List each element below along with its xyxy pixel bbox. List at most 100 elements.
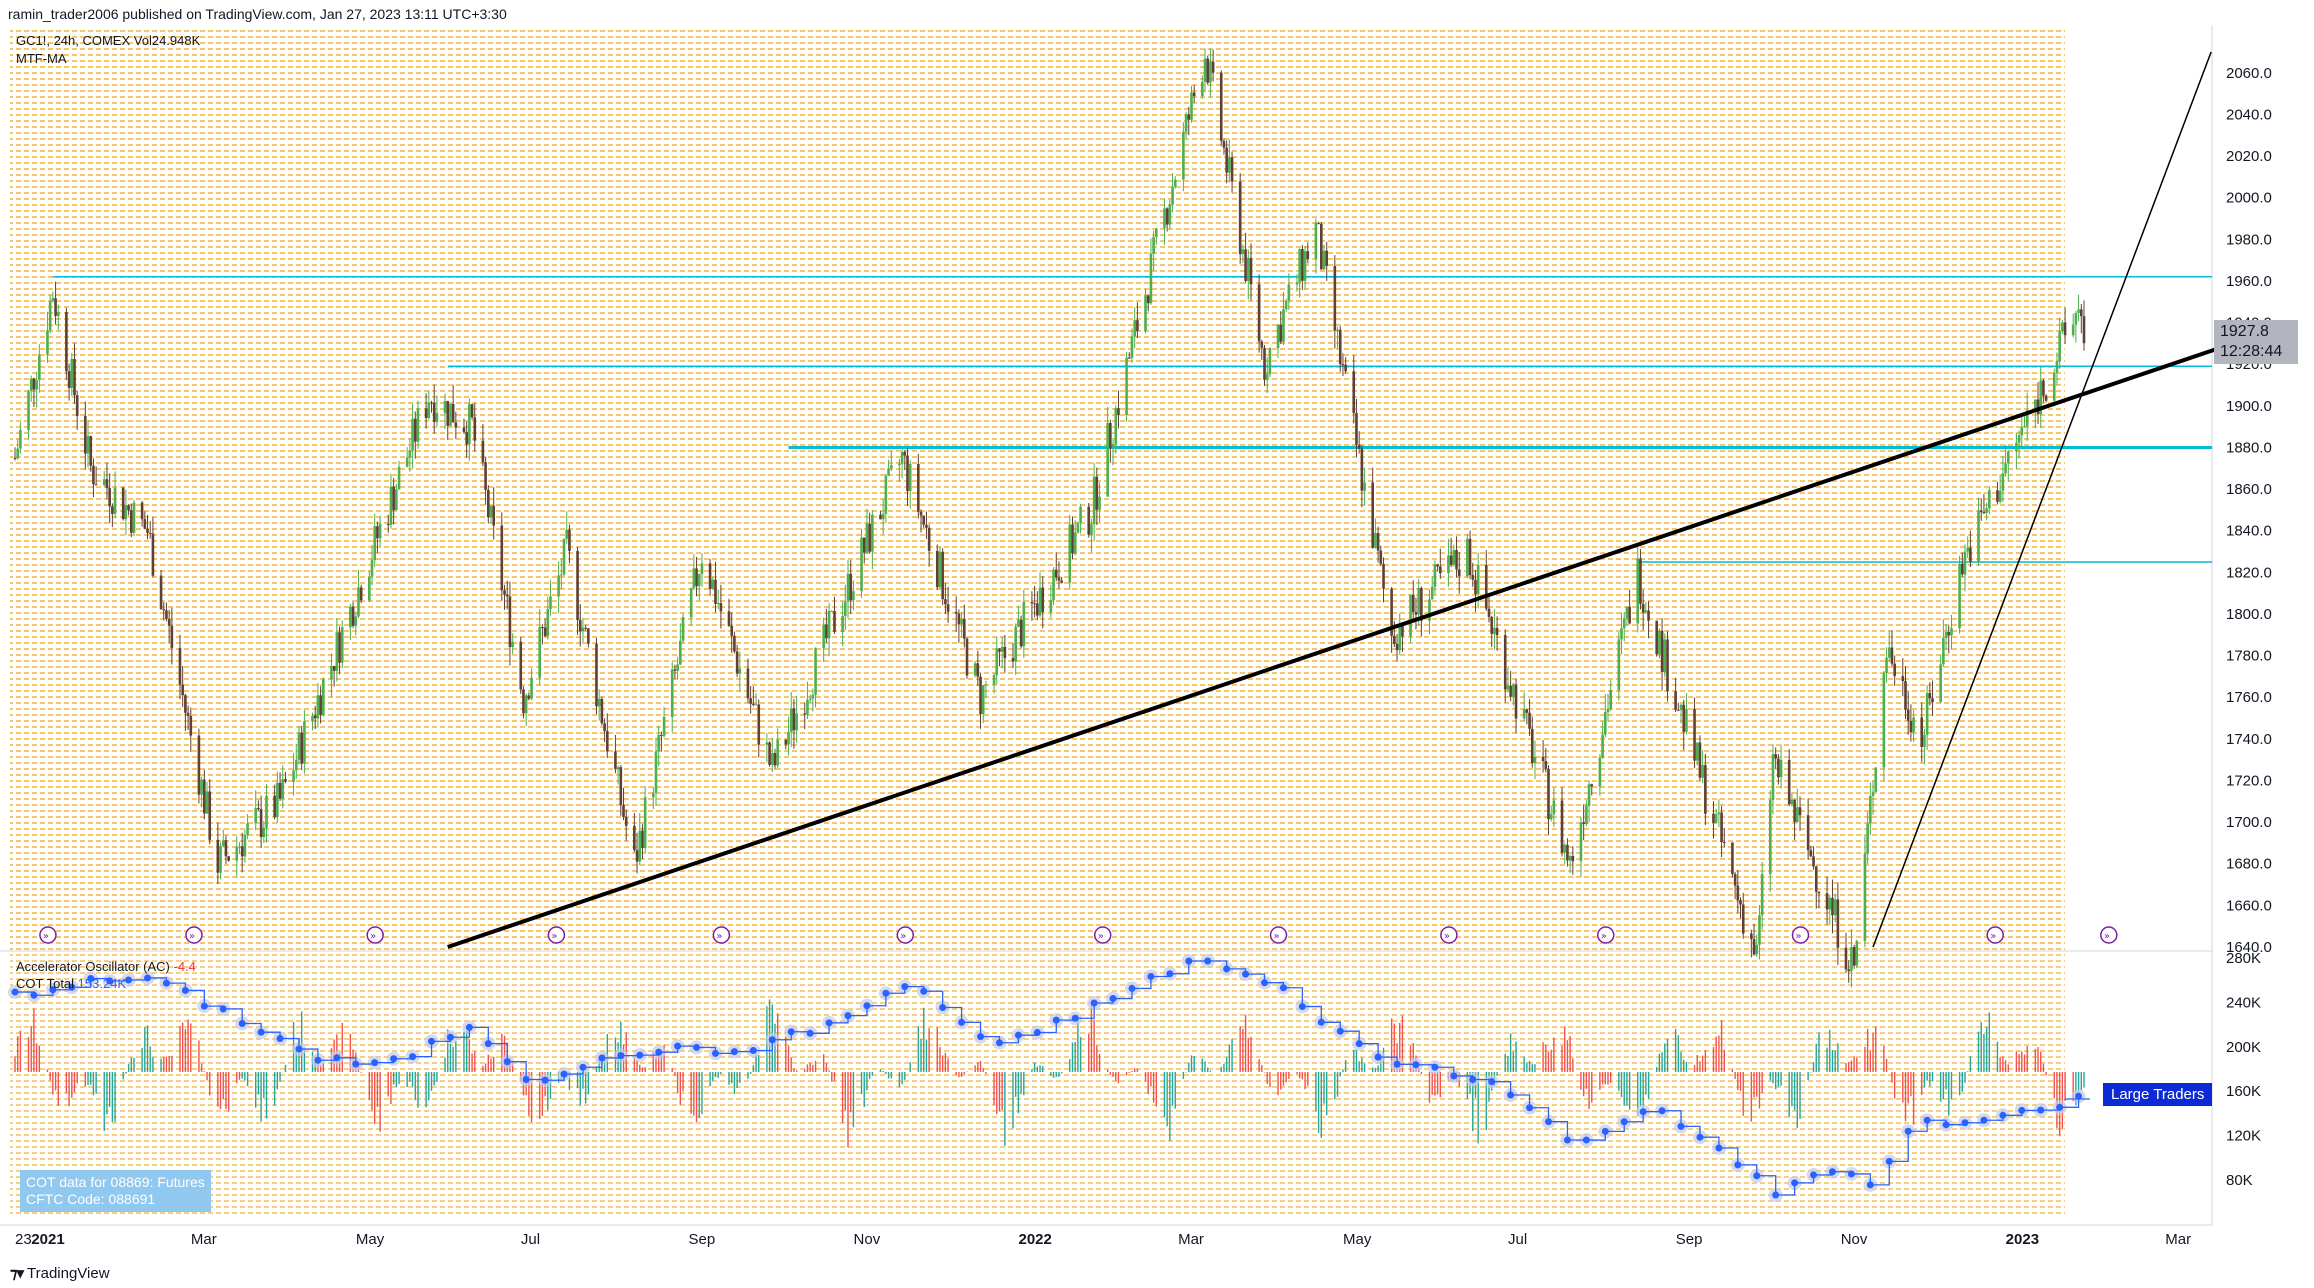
candle-body <box>954 611 958 614</box>
candle-body <box>1996 490 1999 502</box>
candle-body <box>925 524 928 528</box>
candle-body <box>1793 799 1796 823</box>
candle-body <box>1509 685 1512 697</box>
candle-body <box>1238 181 1242 255</box>
candle-body <box>1950 628 1953 636</box>
symbol-line[interactable]: GC1!, 24h, COMEX Vol24.948K <box>16 32 200 50</box>
candle-body <box>660 735 663 737</box>
price-chart[interactable]: »»»»»»»»»»»»» 1640.01660.01680.01700.017… <box>0 0 2314 1288</box>
candle-body <box>1931 698 1934 703</box>
candle-body <box>224 840 228 857</box>
candle-body <box>111 506 114 514</box>
candle-body <box>1301 249 1304 281</box>
candle-body <box>1909 720 1913 733</box>
cot-legend-row[interactable]: COT Total 153.24K <box>16 975 196 992</box>
event-arrow-icon: » <box>1274 931 1280 942</box>
candle-body <box>1798 807 1802 816</box>
candle-body <box>1906 709 1910 721</box>
candle-body <box>2061 322 2064 332</box>
candle-body <box>1942 637 1945 665</box>
candle-body <box>1000 646 1004 652</box>
candle-body <box>332 665 336 671</box>
candle-body <box>1336 329 1339 331</box>
cot-axis-label: 80K <box>2226 1172 2253 1189</box>
candle-body <box>1476 564 1480 595</box>
candle-body <box>830 610 834 612</box>
candle-body <box>1201 81 1204 97</box>
candle-body <box>749 698 752 704</box>
candle-body <box>827 610 831 639</box>
candle-body <box>1184 114 1188 132</box>
candle-body <box>1828 897 1832 910</box>
candle-body <box>1371 482 1374 548</box>
candle-body <box>825 624 828 639</box>
cot-info-box: COT data for 08869: Futures CFTC Code: 0… <box>20 1170 211 1212</box>
candle-body <box>1382 563 1385 589</box>
candle-body <box>1979 510 1983 513</box>
candle-body <box>811 694 815 699</box>
candle-body <box>1173 179 1177 187</box>
candle-body <box>454 422 458 428</box>
candle-body <box>903 451 907 456</box>
candle-body <box>1098 496 1101 510</box>
candle-body <box>714 579 717 605</box>
candle-body <box>1325 250 1329 266</box>
candle-body <box>1655 620 1658 655</box>
candle-body <box>1836 899 1840 948</box>
candle-body <box>2077 309 2080 313</box>
candle-body <box>294 759 298 771</box>
candle-body <box>1887 647 1891 658</box>
candle-body <box>2015 442 2018 452</box>
candle-body <box>86 436 90 454</box>
event-arrow-icon: » <box>551 931 557 942</box>
candle-body <box>1541 756 1545 762</box>
candle-body <box>711 579 715 589</box>
candle-body <box>335 632 339 671</box>
candle-body <box>124 505 128 520</box>
candle-body <box>981 685 985 715</box>
time-axis-label: May <box>356 1231 385 1248</box>
candle-body <box>1133 320 1136 337</box>
candle-body <box>511 641 514 647</box>
candle-body <box>1298 249 1301 283</box>
candle-body <box>657 735 660 752</box>
candle-body <box>273 795 276 817</box>
candle-body <box>1165 208 1169 225</box>
footer-brand[interactable]: ⁊▾ TradingView <box>10 1264 110 1283</box>
price-axis-label: 1800.0 <box>2226 606 2272 623</box>
candle-body <box>1417 587 1420 615</box>
candle-body <box>1246 257 1250 281</box>
candle-body <box>541 627 544 629</box>
candle-body <box>960 618 963 625</box>
candle-body <box>1796 807 1799 823</box>
candle-body <box>643 797 647 849</box>
candle-body <box>435 413 439 423</box>
price-axis-label: 1880.0 <box>2226 439 2272 456</box>
candle-body <box>132 502 136 533</box>
candle-body <box>1127 357 1131 359</box>
candle-body <box>443 401 447 414</box>
candle-body <box>1969 547 1972 562</box>
cot-info-line2: CFTC Code: 088691 <box>26 1191 156 1207</box>
study-line[interactable]: MTF-MA <box>16 50 200 68</box>
candle-body <box>1758 915 1761 945</box>
candle-body <box>1977 510 1980 562</box>
candle-body <box>1644 610 1648 613</box>
candle-body <box>1303 251 1307 281</box>
candle-body <box>1636 558 1640 624</box>
candle-body <box>370 560 374 577</box>
time-axis-label: 2022 <box>1019 1231 1052 1248</box>
candle-body <box>1049 600 1053 613</box>
candle-body <box>1525 709 1529 713</box>
candle-body <box>1057 577 1061 581</box>
candle-body <box>1054 569 1058 578</box>
candle-body <box>1428 599 1431 621</box>
candle-body <box>300 732 303 764</box>
candle-body <box>65 311 68 372</box>
candle-body <box>416 408 420 442</box>
candle-body <box>557 575 560 597</box>
candle-body <box>113 487 117 514</box>
candle-body <box>1014 626 1017 662</box>
candle-body <box>622 805 625 818</box>
ac-legend-row[interactable]: Accelerator Oscillator (AC) -4.4 <box>16 958 196 975</box>
